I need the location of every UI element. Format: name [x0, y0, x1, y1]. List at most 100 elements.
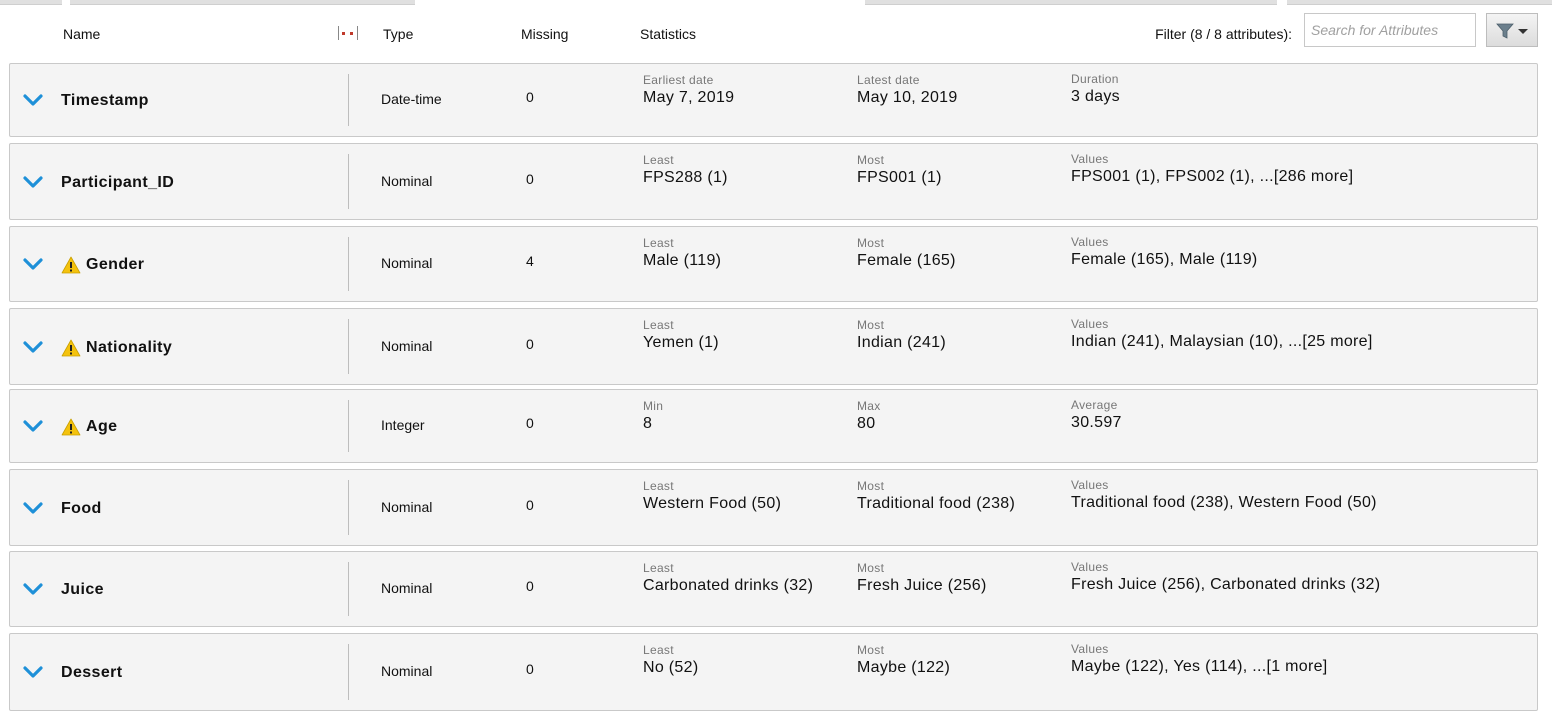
chevron-down-icon[interactable]: [23, 175, 43, 189]
statistic-label: Least: [643, 318, 674, 332]
statistic-label: Latest date: [857, 73, 920, 87]
statistic-label: Most: [857, 318, 885, 332]
column-resize-icon[interactable]: [337, 25, 359, 43]
statistic-label: Most: [857, 561, 885, 575]
statistic-third: Average 30.597: [1071, 398, 1122, 433]
statistic-third: Values Fresh Juice (256), Carbonated drin…: [1071, 560, 1380, 595]
statistic-label: Duration: [1071, 72, 1119, 86]
statistic-value: Fresh Juice (256), Carbonated drinks (32…: [1071, 576, 1381, 593]
statistic-value: FPS001 (1): [857, 169, 942, 186]
attribute-statistics-panel: Name Type Missing Statistics Filter (8 /…: [0, 0, 1552, 721]
attribute-type: Nominal: [381, 663, 433, 679]
statistic-value: FPS288 (1): [643, 169, 728, 186]
top-tab-strip: [0, 0, 1552, 5]
statistic-value: 30.597: [1071, 414, 1122, 431]
statistic-value: No (52): [643, 659, 699, 676]
statistic-first: Least Yemen (1): [643, 318, 719, 353]
statistic-label: Most: [857, 236, 885, 250]
attribute-row[interactable]: Age Integer 0 Min 8 Max 80 Average 30.597: [9, 389, 1538, 463]
statistic-label: Min: [643, 399, 664, 413]
search-attributes-input[interactable]: [1304, 13, 1476, 47]
statistic-second: Max 80: [857, 399, 881, 434]
chevron-down-icon[interactable]: [23, 582, 43, 596]
attribute-type: Nominal: [381, 255, 433, 271]
chevron-down-icon[interactable]: [23, 419, 43, 433]
statistic-second: Most Fresh Juice (256): [857, 561, 987, 596]
attribute-row[interactable]: Timestamp Date-time 0 Earliest date May 7, 2…: [9, 63, 1538, 137]
statistic-second: Most Indian (241): [857, 318, 946, 353]
statistic-value: Carbonated drinks (32): [643, 577, 814, 594]
column-divider[interactable]: [348, 154, 349, 209]
attribute-row[interactable]: Participant_ID Nominal 0 Least FPS288 (1) Mos…: [9, 143, 1538, 220]
attribute-name[interactable]: Age: [86, 418, 117, 436]
statistic-third: Duration 3 days: [1071, 72, 1120, 107]
attribute-type: Nominal: [381, 580, 433, 596]
statistic-label: Most: [857, 479, 885, 493]
column-divider[interactable]: [348, 644, 349, 700]
attribute-type: Integer: [381, 417, 425, 433]
column-divider[interactable]: [348, 480, 349, 535]
column-header-name[interactable]: Name: [63, 26, 100, 42]
statistic-second: Latest date May 10, 2019: [857, 73, 958, 108]
attribute-row[interactable]: Dessert Nominal 0 Least No (52) Most Maybe (12…: [9, 633, 1538, 711]
missing-count: 0: [526, 336, 534, 352]
attribute-name[interactable]: Participant_ID: [61, 174, 174, 192]
statistic-label: Least: [643, 479, 674, 493]
warning-icon: [61, 256, 81, 274]
statistic-label: Least: [643, 643, 674, 657]
warning-icon: [61, 418, 81, 436]
column-divider[interactable]: [348, 237, 349, 291]
statistic-first: Earliest date May 7, 2019: [643, 73, 734, 108]
statistic-second: Most Maybe (122): [857, 643, 950, 678]
column-divider[interactable]: [348, 74, 349, 126]
attribute-name[interactable]: Juice: [61, 581, 104, 599]
statistic-label: Least: [643, 561, 674, 575]
attribute-name[interactable]: Gender: [86, 256, 144, 274]
attribute-name[interactable]: Dessert: [61, 664, 123, 682]
chevron-down-icon[interactable]: [23, 340, 43, 354]
statistic-value: May 7, 2019: [643, 89, 735, 106]
chevron-down-icon[interactable]: [23, 501, 43, 515]
column-divider[interactable]: [348, 319, 349, 374]
statistic-value: Female (165), Male (119): [1071, 251, 1258, 268]
statistic-value: Fresh Juice (256): [857, 577, 987, 594]
chevron-down-icon[interactable]: [23, 665, 43, 679]
attribute-row[interactable]: Juice Nominal 0 Least Carbonated drinks (32)…: [9, 551, 1538, 627]
statistic-third: Values FPS001 (1), FPS002 (1), ...[286 mo…: [1071, 152, 1353, 187]
statistic-third: Values Traditional food (238), Western Fo…: [1071, 478, 1377, 513]
statistic-label: Most: [857, 643, 885, 657]
statistic-value: 8: [643, 415, 653, 432]
attribute-row[interactable]: Food Nominal 0 Least Western Food (50) Most Tr…: [9, 469, 1538, 546]
statistic-value: 80: [857, 415, 876, 432]
column-divider[interactable]: [348, 400, 349, 452]
chevron-down-icon[interactable]: [23, 257, 43, 271]
missing-count: 0: [526, 497, 534, 513]
statistic-third: Values Female (165), Male (119): [1071, 235, 1258, 270]
missing-count: 0: [526, 89, 534, 105]
statistic-first: Least Carbonated drinks (32): [643, 561, 813, 596]
attribute-name[interactable]: Nationality: [86, 339, 172, 357]
column-header-missing[interactable]: Missing: [521, 26, 568, 42]
missing-count: 0: [526, 171, 534, 187]
attribute-type: Date-time: [381, 91, 442, 107]
statistic-label: Values: [1071, 560, 1109, 574]
statistic-value: Indian (241), Malaysian (10), ...[25 mor…: [1071, 333, 1373, 350]
filter-label: Filter (8 / 8 attributes):: [1155, 26, 1292, 42]
statistic-label: Most: [857, 153, 885, 167]
chevron-down-icon[interactable]: [23, 93, 43, 107]
attribute-row[interactable]: Gender Nominal 4 Least Male (119) Most Female …: [9, 226, 1538, 302]
filter-funnel-icon: [1496, 23, 1528, 39]
attribute-name[interactable]: Food: [61, 500, 102, 518]
attribute-type: Nominal: [381, 173, 433, 189]
attribute-type: Nominal: [381, 499, 433, 515]
statistic-second: Most Traditional food (238): [857, 479, 1015, 514]
attribute-row[interactable]: Nationality Nominal 0 Least Yemen (1) Most Ind…: [9, 308, 1538, 385]
filter-dropdown-button[interactable]: [1486, 13, 1538, 47]
statistic-label: Max: [857, 399, 881, 413]
attribute-name[interactable]: Timestamp: [61, 92, 149, 110]
statistic-third: Values Maybe (122), Yes (114), ...[1 more…: [1071, 642, 1328, 677]
column-header-type[interactable]: Type: [383, 26, 413, 42]
statistic-label: Values: [1071, 235, 1109, 249]
statistic-value: Traditional food (238): [857, 495, 1016, 512]
column-divider[interactable]: [348, 562, 349, 616]
